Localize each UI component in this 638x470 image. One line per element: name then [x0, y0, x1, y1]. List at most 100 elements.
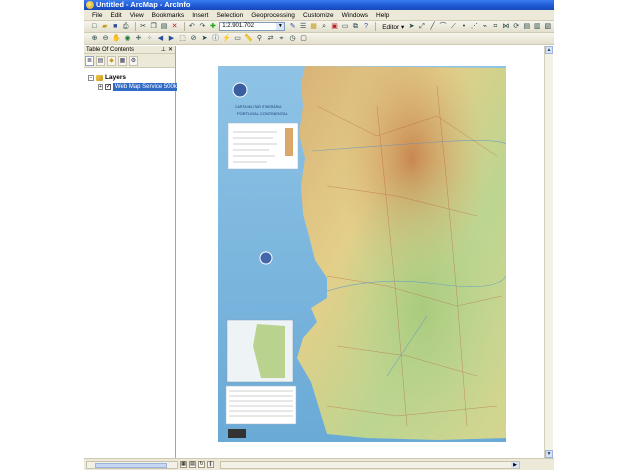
attributes-icon[interactable]: ▤	[523, 22, 531, 31]
scroll-up-icon[interactable]: ▲	[545, 46, 553, 54]
rotate-icon[interactable]: ⟳	[512, 22, 520, 31]
straight-segment-icon[interactable]: ╱	[428, 22, 436, 31]
map-display[interactable]: CARTA MILITAR ITINERÁRIA PORTUGAL CONTIN…	[177, 46, 544, 458]
list-by-drawing-order-icon[interactable]: ≣	[85, 55, 94, 66]
point-icon[interactable]: •	[460, 22, 468, 31]
menu-windows[interactable]: Windows	[338, 10, 372, 21]
list-by-visibility-icon[interactable]: ◆	[107, 55, 116, 66]
find-route-icon[interactable]: ⇄	[266, 34, 275, 43]
tools-toolbar: ⊕ ⊖ ✋ ◉ ⁜ ⁘ ◀ ▶ ⬚ ⊘ ➤ ⓘ ⚡ ▭ 📏 ⚲ ⇄ ⌖ ◷ ▢	[84, 33, 554, 45]
paste-icon[interactable]: ▤	[160, 22, 168, 31]
save-icon[interactable]: ■	[111, 22, 119, 31]
close-icon[interactable]: ✕	[168, 46, 173, 54]
toolbar-separator	[183, 22, 185, 31]
copy-icon[interactable]: ❐	[149, 22, 157, 31]
python-window-icon[interactable]: ▭	[341, 22, 349, 31]
identify-icon[interactable]: ⓘ	[211, 34, 220, 43]
menu-insert[interactable]: Insert	[188, 10, 212, 21]
map-vertical-scrollbar[interactable]: ▲ ▼	[544, 46, 553, 458]
redo-icon[interactable]: ↷	[198, 22, 206, 31]
expand-icon[interactable]: +	[98, 83, 103, 90]
search-window-icon[interactable]: ⌕	[320, 22, 328, 31]
catalog-icon[interactable]: ▦	[309, 22, 317, 31]
sketch-properties-icon[interactable]: ▥	[533, 22, 541, 31]
arcmap-app-icon	[86, 1, 94, 9]
pan-icon[interactable]: ✋	[112, 34, 121, 43]
map-index-panel	[225, 385, 297, 425]
edit-vertices-icon[interactable]: ⋰	[470, 22, 478, 31]
time-slider-icon[interactable]: ◷	[288, 34, 297, 43]
scroll-down-icon[interactable]: ▼	[545, 450, 553, 458]
menu-bookmarks[interactable]: Bookmarks	[148, 10, 189, 21]
arctoolbox-icon[interactable]: ▣	[330, 22, 338, 31]
full-extent-icon[interactable]: ◉	[123, 34, 132, 43]
layout-view-icon[interactable]: ▤	[189, 461, 196, 468]
scroll-thumb[interactable]	[95, 462, 167, 468]
html-popup-icon[interactable]: ▭	[233, 34, 242, 43]
open-folder-icon[interactable]: ▰	[100, 22, 108, 31]
editor-toolbar-icon[interactable]: ✎	[288, 22, 296, 31]
clear-selection-icon[interactable]: ⊘	[189, 34, 198, 43]
table-of-contents-icon[interactable]: ☰	[299, 22, 307, 31]
zoom-out-icon[interactable]: ⊖	[101, 34, 110, 43]
layers-root-label: Layers	[105, 74, 126, 81]
refresh-icon[interactable]: ↻	[198, 461, 205, 468]
edit-tool-icon[interactable]: ➤	[407, 22, 415, 31]
create-viewer-window-icon[interactable]: ▢	[299, 34, 308, 43]
menu-file[interactable]: File	[88, 10, 106, 21]
select-elements-icon[interactable]: ➤	[200, 34, 209, 43]
scroll-right-icon[interactable]: ▶	[511, 461, 519, 468]
menu-help[interactable]: Help	[372, 10, 393, 21]
collapse-icon[interactable]: −	[88, 74, 94, 81]
cut-polygons-icon[interactable]: ⌗	[491, 22, 499, 31]
pin-icon[interactable]: ⊥	[161, 46, 166, 54]
menu-view[interactable]: View	[126, 10, 148, 21]
reshape-icon[interactable]: ⌁	[481, 22, 489, 31]
tree-root-row[interactable]: − Layers	[84, 73, 175, 82]
go-to-xy-icon[interactable]: ⌖	[277, 34, 286, 43]
create-features-icon[interactable]: ▧	[544, 22, 552, 31]
fixed-zoom-out-icon[interactable]: ⁘	[145, 34, 154, 43]
split-icon[interactable]: ⋈	[502, 22, 510, 31]
end-point-arc-icon[interactable]: ⌒	[439, 22, 447, 31]
measure-icon[interactable]: 📏	[244, 34, 253, 43]
layer-visibility-checkbox[interactable]: ✓	[104, 83, 111, 90]
menu-customize[interactable]: Customize	[299, 10, 338, 21]
map-lowlands	[297, 66, 506, 440]
menu-selection[interactable]: Selection	[212, 10, 247, 21]
list-by-selection-icon[interactable]: ▦	[118, 55, 127, 66]
cut-icon[interactable]: ✂	[139, 22, 147, 31]
data-view-icon[interactable]: ▦	[180, 461, 187, 468]
pause-drawing-icon[interactable]: ∥	[207, 461, 214, 468]
map-horizontal-scrollbar[interactable]: ▶	[220, 460, 520, 469]
go-forward-icon[interactable]: ▶	[167, 34, 176, 43]
print-icon[interactable]: ⎙	[121, 22, 129, 31]
menu-geoprocessing[interactable]: Geoprocessing	[247, 10, 299, 21]
map-barcode	[228, 429, 246, 438]
window-title-bar[interactable]: Untitled - ArcMap - ArcInfo	[84, 0, 554, 10]
fixed-zoom-in-icon[interactable]: ⁜	[134, 34, 143, 43]
zoom-in-icon[interactable]: ⊕	[90, 34, 99, 43]
new-document-icon[interactable]: □	[90, 22, 98, 31]
select-by-rectangle-icon[interactable]: ⬚	[178, 34, 187, 43]
delete-icon[interactable]: ✕	[170, 22, 178, 31]
edit-annotation-icon[interactable]: ⤢	[418, 22, 426, 31]
toc-tree: − Layers + ✓ Web Map Service 500k	[84, 68, 179, 91]
go-back-icon[interactable]: ◀	[156, 34, 165, 43]
hyperlink-icon[interactable]: ⚡	[222, 34, 231, 43]
trace-icon[interactable]: ⟋	[449, 22, 457, 31]
add-data-icon[interactable]: ✚	[209, 22, 217, 31]
chevron-down-icon[interactable]: ▼	[276, 23, 285, 30]
toc-horizontal-scrollbar[interactable]	[86, 460, 178, 469]
layer-name[interactable]: Web Map Service 500k	[112, 82, 179, 91]
menu-edit[interactable]: Edit	[106, 10, 125, 21]
list-by-source-icon[interactable]: ▤	[96, 55, 105, 66]
find-icon[interactable]: ⚲	[255, 34, 264, 43]
model-builder-icon[interactable]: ⧉	[351, 22, 359, 31]
undo-icon[interactable]: ↶	[188, 22, 196, 31]
editor-menu-button[interactable]: Editor ▾	[379, 23, 407, 31]
toc-options-icon[interactable]: ⚙	[129, 55, 138, 66]
map-scale-combo[interactable]: 1:2.901.702 ▼	[219, 22, 286, 31]
tree-layer-row[interactable]: + ✓ Web Map Service 500k	[84, 82, 179, 91]
whats-this-icon[interactable]: ?	[362, 22, 370, 31]
